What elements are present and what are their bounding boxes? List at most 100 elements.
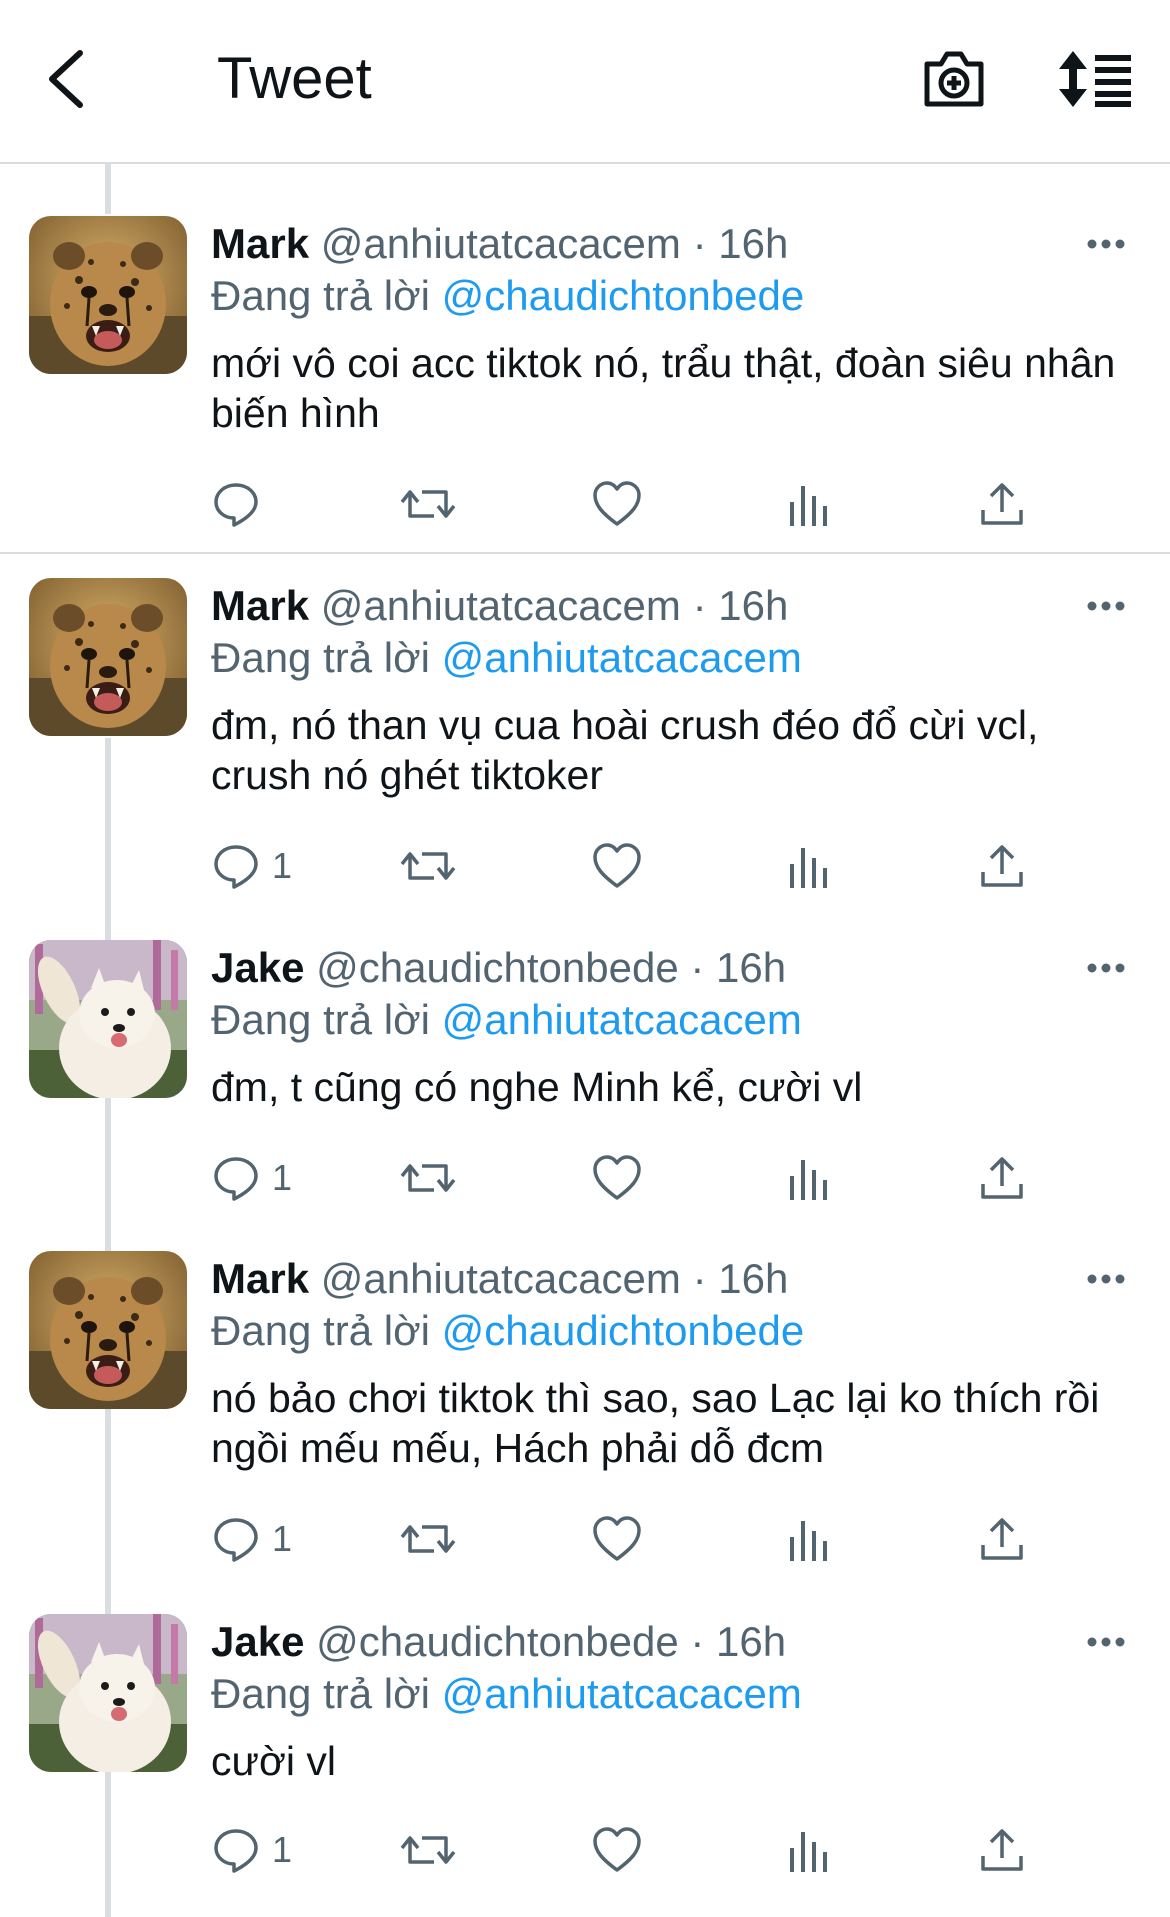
author-handle[interactable]: @anhiutatcacacem (321, 220, 681, 267)
reply-button[interactable]: 1 (212, 1820, 292, 1880)
more-options-button[interactable] (1080, 1616, 1132, 1668)
like-button[interactable] (592, 474, 642, 534)
share-button[interactable] (978, 836, 1026, 896)
more-options-button[interactable] (1080, 1253, 1132, 1305)
replying-to: Đang trả lời @anhiutatcacacem (211, 994, 802, 1046)
cheetah-avatar (29, 216, 187, 374)
tweet-header: Jake @chaudichtonbede · 16h (211, 1616, 786, 1668)
replying-to-label: Đang trả lời (211, 272, 430, 319)
mention-link[interactable]: @chaudichtonbede (442, 1307, 805, 1354)
tweet-header: Jake @chaudichtonbede · 16h (211, 942, 786, 994)
reply-icon (212, 480, 260, 528)
sort-button[interactable] (1056, 44, 1136, 114)
replying-to: Đang trả lời @chaudichtonbede (211, 270, 804, 322)
retweet-button[interactable] (400, 1509, 456, 1569)
tweet-actions: 1 (0, 1509, 1170, 1569)
replying-to-label: Đang trả lời (211, 1670, 430, 1717)
retweet-icon (400, 480, 456, 528)
share-icon (978, 1515, 1026, 1563)
share-button[interactable] (978, 1509, 1026, 1569)
timestamp[interactable]: 16h (716, 1618, 786, 1665)
more-icon (1087, 239, 1125, 249)
avatar[interactable] (29, 940, 187, 1098)
like-button[interactable] (592, 1820, 642, 1880)
separator-dot: · (690, 1618, 705, 1665)
page-title: Tweet (217, 46, 372, 111)
author-name[interactable]: Mark (211, 582, 309, 629)
analytics-icon (786, 1154, 830, 1202)
avatar[interactable] (29, 1614, 187, 1772)
author-handle[interactable]: @chaudichtonbede (316, 944, 679, 991)
reply-icon (212, 1515, 260, 1563)
analytics-button[interactable] (786, 1148, 830, 1208)
heart-icon (592, 842, 642, 890)
analytics-button[interactable] (786, 1820, 830, 1880)
tweet-actions (0, 474, 1170, 534)
avatar[interactable] (29, 1251, 187, 1409)
tweet-header: Mark @anhiutatcacacem · 16h (211, 1253, 788, 1305)
like-button[interactable] (592, 1148, 642, 1208)
tweet-header: Mark @anhiutatcacacem · 16h (211, 580, 788, 632)
reply-count: 1 (272, 845, 293, 886)
timestamp[interactable]: 16h (718, 1255, 788, 1302)
more-icon (1087, 601, 1125, 611)
heart-icon (592, 1154, 642, 1202)
author-handle[interactable]: @anhiutatcacacem (321, 1255, 681, 1302)
back-button[interactable] (38, 44, 94, 114)
reply-button[interactable]: 1 (212, 836, 292, 896)
tweet-divider (0, 552, 1170, 554)
heart-icon (592, 1515, 642, 1563)
replying-to-label: Đang trả lời (211, 634, 430, 681)
avatar[interactable] (29, 216, 187, 374)
reply-button[interactable]: 1 (212, 1509, 292, 1569)
retweet-button[interactable] (400, 1148, 456, 1208)
replying-to-label: Đang trả lời (211, 1307, 430, 1354)
separator-dot: · (692, 582, 707, 629)
replying-to-label: Đang trả lời (211, 996, 430, 1043)
retweet-button[interactable] (400, 474, 456, 534)
author-name[interactable]: Jake (211, 944, 304, 991)
separator-dot: · (692, 1255, 707, 1302)
avatar[interactable] (29, 578, 187, 736)
mention-link[interactable]: @anhiutatcacacem (442, 1670, 802, 1717)
replying-to: Đang trả lời @anhiutatcacacem (211, 632, 802, 684)
author-handle[interactable]: @chaudichtonbede (316, 1618, 679, 1665)
cheetah-avatar (29, 578, 187, 736)
camera-plus-icon (924, 51, 984, 107)
reply-button[interactable] (212, 474, 272, 534)
author-name[interactable]: Mark (211, 1255, 309, 1302)
analytics-button[interactable] (786, 836, 830, 896)
samoyed-avatar (29, 1614, 187, 1772)
retweet-button[interactable] (400, 1820, 456, 1880)
camera-button[interactable] (918, 44, 990, 114)
author-name[interactable]: Mark (211, 220, 309, 267)
author-handle[interactable]: @anhiutatcacacem (321, 582, 681, 629)
analytics-icon (786, 1515, 830, 1563)
analytics-icon (786, 480, 830, 528)
more-options-button[interactable] (1080, 942, 1132, 994)
mention-link[interactable]: @anhiutatcacacem (442, 996, 802, 1043)
share-button[interactable] (978, 1820, 1026, 1880)
more-options-button[interactable] (1080, 580, 1132, 632)
reply-button[interactable]: 1 (212, 1148, 292, 1208)
more-icon (1087, 1637, 1125, 1647)
author-name[interactable]: Jake (211, 1618, 304, 1665)
analytics-icon (786, 1826, 830, 1874)
mention-link[interactable]: @anhiutatcacacem (442, 634, 802, 681)
share-button[interactable] (978, 1148, 1026, 1208)
retweet-button[interactable] (400, 836, 456, 896)
like-button[interactable] (592, 836, 642, 896)
retweet-icon (400, 1826, 456, 1874)
more-options-button[interactable] (1080, 218, 1132, 270)
like-button[interactable] (592, 1509, 642, 1569)
timestamp[interactable]: 16h (718, 582, 788, 629)
tweet-text: cười vl (211, 1738, 336, 1784)
timestamp[interactable]: 16h (716, 944, 786, 991)
mention-link[interactable]: @chaudichtonbede (442, 272, 805, 319)
analytics-icon (786, 842, 830, 890)
share-button[interactable] (978, 474, 1026, 534)
analytics-button[interactable] (786, 474, 830, 534)
tweet-thread-page: Tweet Mark @anhiutatcacacem · 16h Đang t… (0, 0, 1170, 1917)
timestamp[interactable]: 16h (718, 220, 788, 267)
analytics-button[interactable] (786, 1509, 830, 1569)
